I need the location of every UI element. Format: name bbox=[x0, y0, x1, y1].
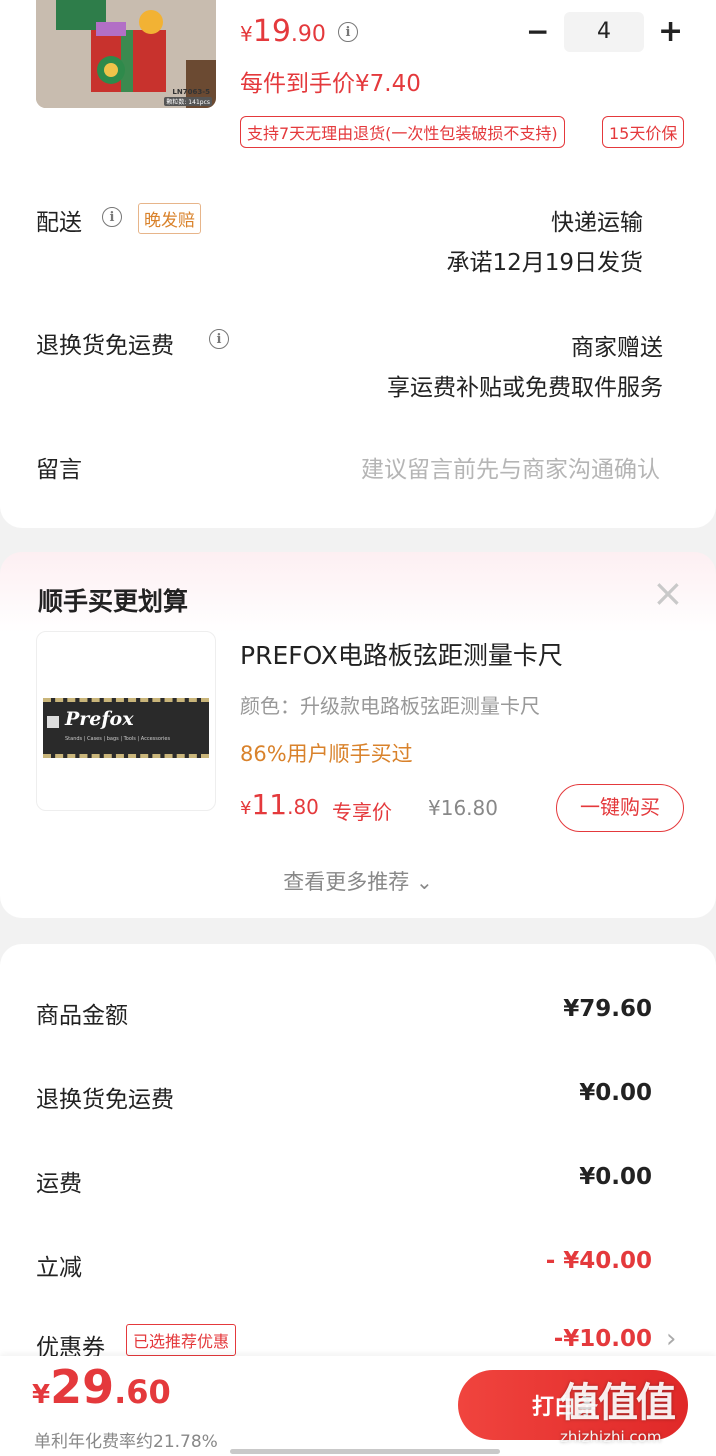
summary-card: 商品金额 ¥79.60 退换货免运费 ¥0.00 运费 ¥0.00 立减 - ¥… bbox=[0, 944, 716, 1364]
message-label: 留言 bbox=[36, 457, 82, 483]
summary-value-return-shipping: ¥0.00 bbox=[579, 1080, 652, 1106]
return-shipping-label: 退换货免运费 bbox=[36, 333, 174, 359]
image-sku: LN7063-5 bbox=[172, 88, 210, 96]
price-decimal: .90 bbox=[290, 22, 326, 47]
recommend-item-social: 86%用户顺手买过 bbox=[240, 742, 413, 766]
more-recommend-link[interactable]: 查看更多推荐 ⌄ bbox=[0, 866, 716, 896]
coupon-recommend-tag: 已选推荐优惠 bbox=[126, 1324, 237, 1356]
delivery-method: 快递运输 bbox=[551, 210, 643, 236]
image-sub: 颗粒数: 141pcs bbox=[164, 97, 212, 106]
plus-button[interactable]: + bbox=[658, 12, 683, 52]
summary-value-coupon[interactable]: -¥10.00 bbox=[554, 1326, 652, 1352]
return-shipping-value: 商家赠送 bbox=[571, 335, 663, 361]
recommend-title: 顺手买更划算 bbox=[38, 587, 189, 616]
rec-price-symbol: ¥ bbox=[240, 798, 252, 819]
total-price-symbol: ¥ bbox=[32, 1380, 51, 1410]
total-price: ¥29.60 bbox=[32, 1360, 171, 1414]
message-input[interactable]: 建议留言前先与商家沟通确认 bbox=[361, 450, 660, 484]
return-shipping-info-icon[interactable]: i bbox=[209, 329, 229, 349]
quantity-input[interactable]: 4 bbox=[564, 12, 644, 52]
rec-price-decimal: .80 bbox=[287, 795, 319, 819]
price-integer: 19 bbox=[252, 14, 291, 49]
summary-value-shipping: ¥0.00 bbox=[579, 1164, 652, 1190]
summary-label-goods: 商品金额 bbox=[36, 1003, 128, 1029]
quantity-stepper: − 4 + bbox=[520, 12, 690, 52]
ship-promise: 承诺12月19日发货 bbox=[446, 250, 643, 276]
one-click-buy-button[interactable]: 一键购买 bbox=[556, 784, 684, 832]
recommend-card: 顺手买更划算 × Prefox Stands | Cases | bags | … bbox=[0, 552, 716, 918]
recommend-item-title[interactable]: PREFOX电路板弦距测量卡尺 bbox=[240, 636, 563, 672]
summary-label-discount: 立减 bbox=[36, 1255, 82, 1281]
unit-price-text: 每件到手价¥7.40 bbox=[240, 71, 421, 97]
chevron-right-icon[interactable]: › bbox=[666, 1324, 676, 1354]
summary-value-discount: - ¥40.00 bbox=[545, 1248, 652, 1274]
delivery-label: 配送 bbox=[36, 210, 82, 236]
total-price-integer: 29 bbox=[50, 1360, 115, 1414]
product-image[interactable]: LN7063-5 颗粒数: 141pcs bbox=[36, 0, 216, 108]
product-price: ¥19.90 bbox=[240, 14, 326, 49]
price-info-icon[interactable]: i bbox=[338, 22, 358, 42]
close-icon[interactable]: × bbox=[652, 574, 684, 612]
brand-logo-text: Prefox bbox=[65, 708, 134, 730]
total-price-decimal: .60 bbox=[114, 1373, 171, 1411]
summary-value-goods: ¥79.60 bbox=[563, 996, 652, 1022]
return-shipping-detail: 享运费补贴或免费取件服务 bbox=[387, 375, 663, 401]
more-recommend-label: 查看更多推荐 bbox=[283, 870, 410, 894]
recommend-item-image[interactable]: Prefox Stands | Cases | bags | Tools | A… bbox=[36, 631, 216, 811]
late-compensation-tag: 晚发赔 bbox=[138, 203, 201, 234]
price-symbol: ¥ bbox=[240, 22, 253, 46]
recommend-price: ¥11.80 bbox=[240, 788, 319, 821]
return-policy-tag: 支持7天无理由退货(一次性包装破损不支持) bbox=[240, 116, 565, 148]
original-price: ¥16.80 bbox=[428, 796, 498, 820]
caliper-image: Prefox Stands | Cases | bags | Tools | A… bbox=[43, 698, 209, 758]
summary-label-shipping: 运费 bbox=[36, 1171, 82, 1197]
installment-rate-text: 单利年化费率约21.78% bbox=[34, 1432, 218, 1452]
recommend-item-color: 颜色：升级款电路板弦距测量卡尺 bbox=[240, 694, 540, 718]
minus-button[interactable]: − bbox=[526, 12, 549, 52]
site-watermark: 值值值 zhizhizhi.com bbox=[560, 1370, 710, 1450]
summary-label-return-shipping: 退换货免运费 bbox=[36, 1087, 174, 1113]
chevron-down-icon: ⌄ bbox=[415, 870, 433, 894]
brand-logo-sub: Stands | Cases | bags | Tools | Accessor… bbox=[65, 736, 171, 742]
exclusive-price-label: 专享价 bbox=[332, 800, 392, 824]
price-protect-tag[interactable]: 15天价保 bbox=[602, 116, 685, 148]
brand-logo-icon bbox=[47, 716, 59, 728]
watermark-sub: zhizhizhi.com bbox=[560, 1428, 662, 1446]
watermark-main: 值值值 bbox=[560, 1380, 676, 1426]
rec-price-integer: 11 bbox=[251, 788, 288, 821]
delivery-info-icon[interactable]: i bbox=[102, 207, 122, 227]
product-card: LN7063-5 颗粒数: 141pcs ¥19.90 i − 4 + 每件到手… bbox=[0, 0, 716, 528]
home-indicator bbox=[230, 1449, 500, 1454]
